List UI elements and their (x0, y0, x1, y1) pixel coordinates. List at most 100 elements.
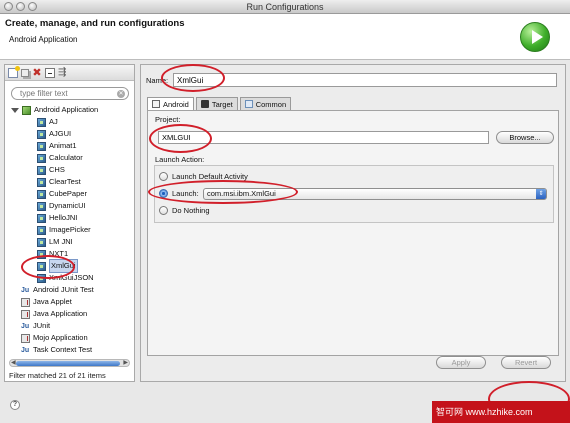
android-config-icon (37, 273, 46, 283)
tab-android[interactable]: Android (147, 97, 194, 110)
android-config-icon (37, 237, 46, 247)
zoom-window-button[interactable] (28, 2, 37, 11)
apply-button[interactable]: Apply (436, 356, 486, 369)
revert-button[interactable]: Revert (501, 356, 551, 369)
tree-category[interactable]: Ju JUnit (21, 320, 50, 332)
launch-action-group: Launch Default Activity Launch: com.msi.… (154, 165, 554, 223)
scroll-right-icon[interactable]: ▶ (123, 360, 128, 367)
android-config-icon (37, 189, 46, 199)
target-icon (200, 100, 209, 108)
launch-activity-radio[interactable] (159, 189, 168, 198)
tree-item[interactable]: ImagePicker (37, 224, 91, 236)
tree-item-label: Java Applet (33, 297, 72, 306)
launch-type-icon (22, 105, 31, 115)
close-window-button[interactable] (4, 2, 13, 11)
tree-item[interactable]: HelloJNI (37, 212, 77, 224)
tree-item[interactable]: CubePaper (37, 188, 87, 200)
delete-configuration-icon[interactable]: ✖ (32, 67, 42, 78)
tree-item[interactable]: Calculator (37, 152, 83, 164)
tab-target[interactable]: Target (195, 97, 238, 110)
do-nothing-option[interactable]: Do Nothing (159, 206, 210, 215)
launch-default-radio[interactable] (159, 172, 168, 181)
android-config-icon (37, 153, 46, 163)
common-icon (244, 100, 253, 108)
launch-activity-select[interactable]: com.msi.ibm.XmlGui ⇕ (203, 188, 547, 200)
watermark: 智可网 www.hzhike.com (432, 401, 570, 423)
launch-action-label: Launch Action: (155, 155, 205, 164)
duplicate-configuration-icon[interactable] (21, 68, 29, 77)
window-titlebar: Run Configurations (0, 0, 570, 14)
tree-item[interactable]: LM JNI (37, 236, 73, 248)
do-nothing-radio[interactable] (159, 206, 168, 215)
tree-item-label: XmlGui (49, 259, 78, 273)
name-label: Name: (146, 76, 169, 85)
launch-type-icon (21, 333, 30, 343)
tree-item[interactable]: AJGUI (37, 128, 71, 140)
scrollbar-thumb[interactable] (16, 361, 120, 366)
tree-category[interactable]: Mojo Application (21, 332, 88, 344)
tree-item-label: HelloJNI (49, 213, 78, 222)
tree-item-label: ImagePicker (49, 225, 91, 234)
tree-item[interactable]: AJ (37, 116, 58, 128)
tree-item-label: AJ (49, 117, 58, 126)
tab-common[interactable]: Common (239, 97, 292, 110)
configurations-panel: ✖ ⇶ ✕ Android Application AJ AJGUI Animat1 C… (4, 64, 135, 382)
name-input[interactable] (173, 73, 557, 87)
tree-item[interactable]: DynamicUI (37, 200, 86, 212)
android-config-icon (37, 141, 46, 151)
android-config-icon (37, 177, 46, 187)
clear-filter-icon[interactable]: ✕ (117, 90, 125, 98)
filter-status: Filter matched 21 of 21 items (9, 371, 106, 380)
launch-activity-label: Launch: (172, 189, 199, 198)
browse-button[interactable]: Browse... (496, 131, 554, 144)
tree-item[interactable]: ClearTest (37, 176, 81, 188)
launch-type-icon: Ju (21, 286, 30, 294)
tree-item-label: AJGUI (49, 129, 72, 138)
filter-search-box[interactable]: ✕ (11, 87, 129, 100)
configuration-editor: Name: Android Target Common Project: Bro… (140, 64, 566, 382)
dropdown-arrow-icon[interactable]: ⇕ (536, 189, 546, 199)
tree-item-label: Calculator (49, 153, 83, 162)
tab-label: Android (163, 99, 189, 109)
tree-item[interactable]: CHS (37, 164, 65, 176)
android-config-icon (37, 261, 46, 271)
help-icon[interactable]: ? (10, 400, 20, 410)
tree-item-label: CubePaper (49, 189, 87, 198)
configurations-toolbar: ✖ ⇶ (5, 65, 134, 81)
tree-category[interactable]: Android Application (11, 104, 98, 116)
project-label: Project: (155, 115, 181, 124)
run-icon (520, 22, 550, 52)
android-tab-body: Project: Browse... Launch Action: Launch… (147, 110, 559, 356)
launch-activity-option[interactable]: Launch: (159, 189, 199, 198)
scroll-left-icon[interactable]: ◀ (11, 360, 16, 367)
tree-category[interactable]: Java Applet (21, 296, 72, 308)
tab-label: Common (255, 99, 287, 109)
launch-type-icon: Ju (21, 346, 30, 354)
android-config-icon (37, 225, 46, 235)
tree-item[interactable]: XmlGuiJSON (37, 272, 94, 284)
tree-item-label: XmlGuiJSON (49, 273, 94, 282)
new-configuration-icon[interactable] (8, 65, 20, 78)
tree-item-label: Java Application (33, 309, 88, 318)
tree-category[interactable]: Ju Task Context Test (21, 344, 92, 356)
launch-type-icon: Ju (21, 322, 30, 330)
tree-item[interactable]: XmlGui (37, 259, 78, 273)
do-nothing-label: Do Nothing (172, 206, 210, 215)
tree-item[interactable]: Animat1 (37, 140, 77, 152)
filter-input[interactable] (20, 89, 116, 98)
collapse-all-icon[interactable] (45, 67, 55, 78)
expand-arrow-icon[interactable] (11, 108, 19, 114)
tree-category[interactable]: Ju Android JUnit Test (21, 284, 94, 296)
editor-tabs: Android Target Common (147, 97, 292, 110)
minimize-window-button[interactable] (16, 2, 25, 11)
android-config-icon (37, 165, 46, 175)
tree-item-label: Android JUnit Test (33, 285, 94, 294)
tree-category[interactable]: Java Application (21, 308, 87, 320)
dialog-subtitle: Android Application (9, 35, 78, 44)
filter-menu-icon[interactable]: ⇶ (58, 67, 68, 78)
tree-item-label: ClearTest (49, 177, 81, 186)
launch-activity-value: com.msi.ibm.XmlGui (207, 189, 276, 198)
launch-default-option[interactable]: Launch Default Activity (159, 172, 248, 181)
project-input[interactable] (158, 131, 489, 144)
tree-horizontal-scrollbar[interactable]: ◀ ▶ (9, 359, 130, 367)
